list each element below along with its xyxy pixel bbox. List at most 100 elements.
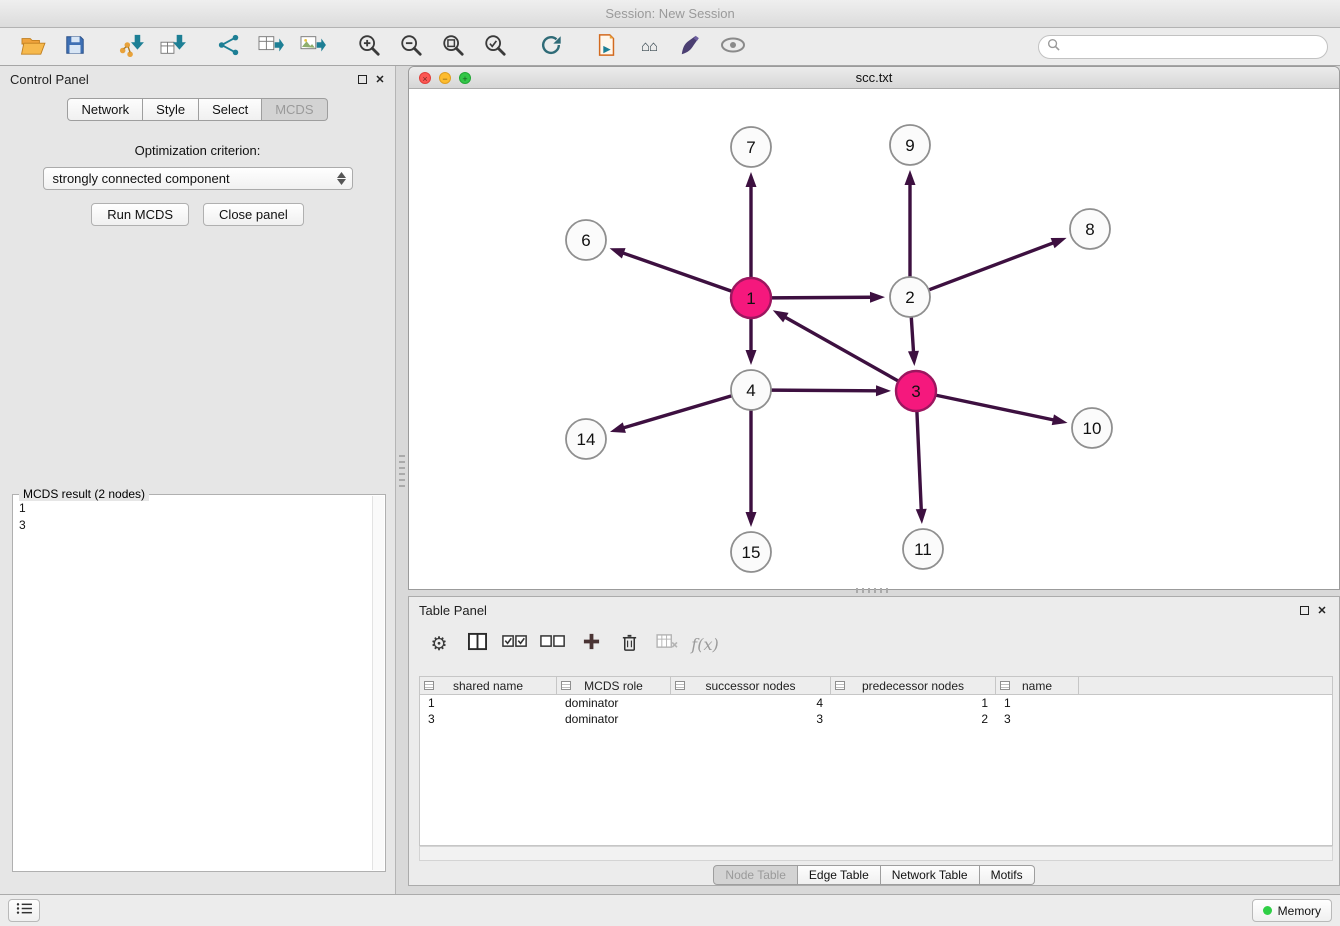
edge-1-6[interactable] <box>610 248 733 291</box>
show-graphics-details-button[interactable] <box>712 31 754 63</box>
table-horizontal-scrollbar[interactable] <box>419 846 1333 861</box>
edge-2-8[interactable] <box>929 238 1067 290</box>
column-edit-icon <box>835 681 845 690</box>
edge-3-10[interactable] <box>936 395 1068 425</box>
tab-style[interactable]: Style <box>143 98 199 121</box>
export-table-button[interactable] <box>250 31 292 63</box>
apply-layout-button[interactable] <box>530 31 572 63</box>
result-vertical-scrollbar[interactable] <box>372 496 384 870</box>
zoom-in-button[interactable] <box>348 31 390 63</box>
select-all-columns-button[interactable] <box>499 629 531 659</box>
delete-columns-button[interactable] <box>613 629 645 659</box>
search-icon <box>1047 38 1060 56</box>
import-table-button[interactable] <box>152 31 194 63</box>
window-close-icon[interactable]: × <box>419 72 431 84</box>
table-close-button[interactable]: ✕ <box>1315 603 1329 617</box>
export-image-button[interactable] <box>292 31 334 63</box>
tab-edge-table[interactable]: Edge Table <box>798 865 881 885</box>
delete-table-button[interactable] <box>651 629 683 659</box>
column-header-mcds-role[interactable]: MCDS role <box>557 677 671 695</box>
run-mcds-button[interactable]: Run MCDS <box>91 203 189 226</box>
window-zoom-icon[interactable]: + <box>459 72 471 84</box>
edge-4-14[interactable] <box>610 396 732 433</box>
eye-icon <box>720 35 746 59</box>
hide-graphics-details-button[interactable] <box>670 31 712 63</box>
table-panel-header: Table Panel ✕ <box>409 597 1339 623</box>
node-14[interactable]: 14 <box>566 419 606 459</box>
node-3[interactable]: 3 <box>896 371 936 411</box>
node-11[interactable]: 11 <box>903 529 943 569</box>
column-header-filler <box>1079 677 1332 695</box>
table-cell: dominator <box>557 695 671 711</box>
new-network-button[interactable] <box>208 31 250 63</box>
tab-select[interactable]: Select <box>199 98 262 121</box>
node-9[interactable]: 9 <box>890 125 930 165</box>
table-float-button[interactable] <box>1297 603 1311 617</box>
float-panel-button[interactable] <box>355 72 369 86</box>
edge-1-2[interactable] <box>771 292 885 303</box>
edge-1-4[interactable] <box>746 318 757 365</box>
column-header-label: name <box>1022 679 1052 693</box>
table-row[interactable]: 3dominator323 <box>420 711 1332 727</box>
network-overview-button[interactable]: ⌂⌂ <box>628 31 670 63</box>
search-input[interactable] <box>1065 40 1319 54</box>
task-history-button[interactable] <box>8 899 40 922</box>
edge-2-3[interactable] <box>908 317 919 366</box>
table-cell: 3 <box>671 711 831 727</box>
edge-4-15[interactable] <box>746 410 757 527</box>
node-1[interactable]: 1 <box>731 278 771 318</box>
network-window: × − + scc.txt 7968124314101511 <box>408 66 1340 590</box>
show-columns-button[interactable] <box>461 629 493 659</box>
close-panel-x-button[interactable]: ✕ <box>373 72 387 86</box>
optimization-dropdown[interactable]: strongly connected component <box>43 167 353 190</box>
zoom-out-button[interactable] <box>390 31 432 63</box>
node-10[interactable]: 10 <box>1072 408 1112 448</box>
network-graph[interactable]: 7 9 6 8 1 2 4 3 14 10 15 11 <box>409 89 1339 589</box>
column-header-shared-name[interactable]: shared name <box>420 677 557 695</box>
window-minimize-icon[interactable]: − <box>439 72 451 84</box>
edge-1-7[interactable] <box>746 172 757 278</box>
zoom-selected-button[interactable] <box>474 31 516 63</box>
plus-icon <box>582 632 601 656</box>
column-header-successor-nodes[interactable]: successor nodes <box>671 677 831 695</box>
import-network-button[interactable] <box>110 31 152 63</box>
node-2[interactable]: 2 <box>890 277 930 317</box>
tab-network-table[interactable]: Network Table <box>881 865 980 885</box>
save-session-button[interactable] <box>54 31 96 63</box>
zoom-selected-icon <box>483 33 507 61</box>
tab-motifs[interactable]: Motifs <box>980 865 1035 885</box>
first-neighbors-button[interactable] <box>586 31 628 63</box>
edge-3-1[interactable] <box>773 310 899 381</box>
table-settings-button[interactable]: ⚙ <box>423 629 455 659</box>
node-label: 8 <box>1085 220 1094 239</box>
column-header-predecessor-nodes[interactable]: predecessor nodes <box>831 677 996 695</box>
node-6[interactable]: 6 <box>566 220 606 260</box>
table-cell: 2 <box>831 711 996 727</box>
node-label: 3 <box>911 382 920 401</box>
tab-network[interactable]: Network <box>67 98 143 121</box>
table-toolbar: ⚙ <box>423 625 721 663</box>
table-row[interactable]: 1dominator411 <box>420 695 1332 711</box>
close-panel-button[interactable]: Close panel <box>203 203 304 226</box>
control-panel-header: Control Panel ✕ <box>0 66 395 92</box>
node-7[interactable]: 7 <box>731 127 771 167</box>
column-header-name[interactable]: name <box>996 677 1079 695</box>
edge-4-3[interactable] <box>771 385 891 396</box>
vertical-splitter-grip[interactable] <box>399 455 405 489</box>
unselect-all-columns-button[interactable] <box>537 629 569 659</box>
horizontal-splitter-grip[interactable] <box>856 588 890 593</box>
node-8[interactable]: 8 <box>1070 209 1110 249</box>
node-15[interactable]: 15 <box>731 532 771 572</box>
tab-node-table[interactable]: Node Table <box>713 865 798 885</box>
create-column-button[interactable] <box>575 629 607 659</box>
edge-3-11[interactable] <box>916 411 927 524</box>
open-session-button[interactable] <box>12 31 54 63</box>
edge-2-9[interactable] <box>905 170 916 277</box>
function-builder-button[interactable]: f(x) <box>689 629 721 659</box>
node-4[interactable]: 4 <box>731 370 771 410</box>
search-box[interactable] <box>1038 35 1328 59</box>
tab-mcds[interactable]: MCDS <box>262 98 327 121</box>
memory-button[interactable]: Memory <box>1252 899 1332 922</box>
paintbrush-icon <box>679 33 703 61</box>
zoom-fit-button[interactable] <box>432 31 474 63</box>
